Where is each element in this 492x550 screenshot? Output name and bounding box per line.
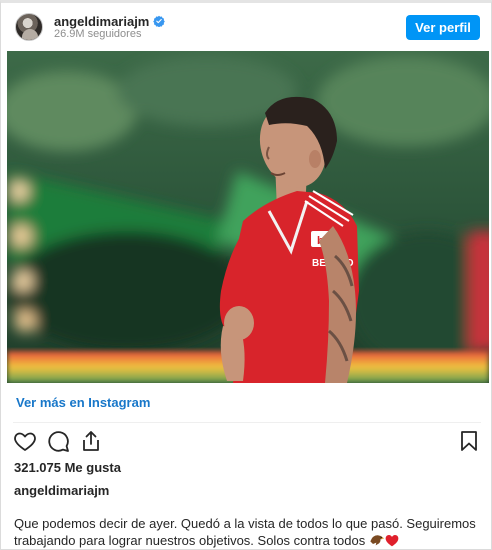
verified-badge-icon	[153, 15, 166, 27]
heart-icon[interactable]	[13, 429, 37, 453]
bookmark-icon[interactable]	[457, 429, 481, 453]
post-caption: Que podemos decir de ayer. Quedó a la vi…	[14, 515, 480, 549]
follower-count: 26.9M seguidores	[54, 28, 142, 40]
username-row: angeldimariajm	[54, 13, 166, 29]
instagram-embed-card: angeldimariajm 26.9M seguidores Ver perf…	[0, 0, 492, 550]
eagle-emoji-icon	[370, 535, 385, 546]
red-heart-emoji-icon	[385, 534, 399, 547]
post-header: angeldimariajm 26.9M seguidores Ver perf…	[1, 3, 491, 51]
view-profile-button[interactable]: Ver perfil	[406, 15, 480, 40]
profile-avatar[interactable]	[15, 13, 43, 41]
action-bar	[13, 429, 481, 453]
profile-username[interactable]: angeldimariajm	[54, 14, 149, 29]
caption-text: Que podemos decir de ayer. Quedó a la vi…	[14, 516, 476, 548]
player-photo-illustration: b BETANO	[7, 51, 489, 383]
post-photo[interactable]: b BETANO	[7, 51, 489, 383]
divider	[13, 422, 481, 423]
see-more-on-instagram-link[interactable]: Ver más en Instagram	[16, 395, 150, 410]
comment-icon[interactable]	[46, 429, 70, 453]
share-icon[interactable]	[79, 429, 103, 453]
caption-username[interactable]: angeldimariajm	[14, 483, 109, 498]
like-count[interactable]: 321.075 Me gusta	[14, 460, 121, 475]
